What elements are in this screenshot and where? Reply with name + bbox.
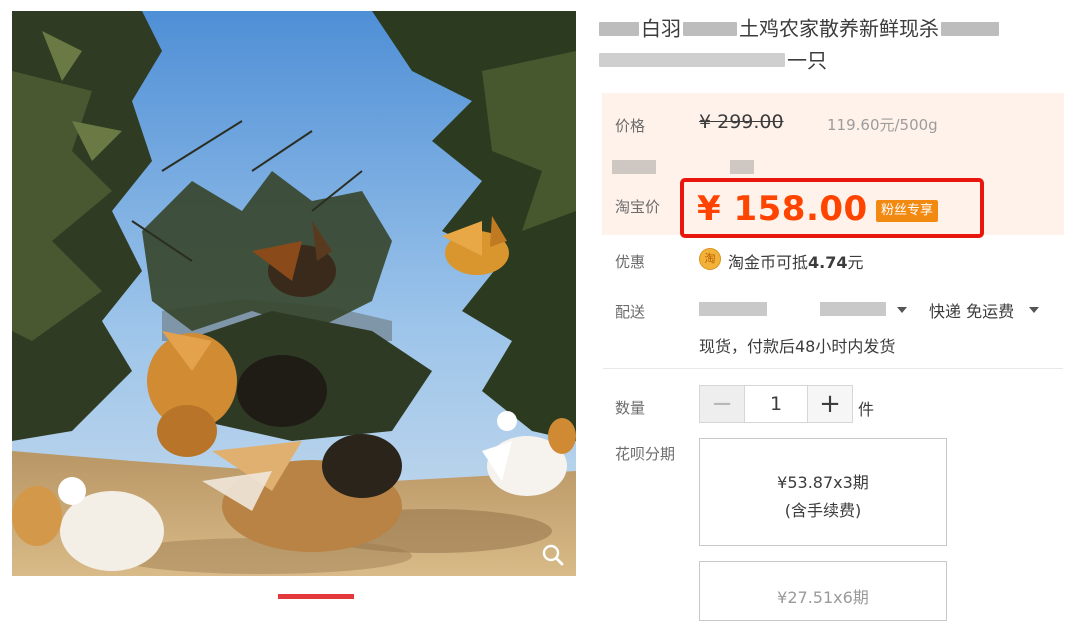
redacted-text: [599, 53, 785, 67]
fans-exclusive-badge: 粉丝专享: [876, 200, 939, 222]
quantity-unit: 件: [858, 400, 875, 419]
ship-to-redacted[interactable]: [820, 302, 886, 316]
coin-discount-text: 淘金币可抵4.74元: [728, 249, 864, 273]
installment-amount: ¥53.87x3期: [777, 473, 869, 492]
quantity-input[interactable]: 1: [745, 385, 807, 423]
coin-discount-suffix: 元: [847, 253, 864, 272]
original-price: ¥ 299.00: [699, 111, 784, 133]
installment-amount: ¥27.51x6期: [777, 588, 869, 607]
coin-discount-amount: 4.74: [808, 253, 848, 272]
installment-fee-note: (含手续费): [784, 501, 862, 520]
redacted-text: [612, 160, 656, 174]
active-thumbnail-indicator[interactable]: [278, 594, 354, 599]
chevron-down-icon[interactable]: [1029, 307, 1039, 313]
taobao-price-label: 淘宝价: [615, 198, 661, 216]
divider: [603, 368, 1063, 369]
product-image-gallery[interactable]: [12, 11, 576, 576]
installment-option-3[interactable]: ¥53.87x3期 (含手续费): [699, 438, 947, 546]
current-price: ¥ 158.00: [697, 189, 868, 229]
product-photo[interactable]: [12, 11, 576, 576]
redacted-text: [941, 21, 999, 36]
product-title: 白羽 土鸡农家散养新鲜现杀 一只: [597, 12, 1069, 75]
zoom-icon[interactable]: [542, 544, 564, 566]
ship-from-redacted[interactable]: [699, 302, 767, 316]
increase-button[interactable]: +: [807, 385, 853, 423]
delivery-label: 配送: [615, 303, 646, 321]
coin-discount-prefix: 淘金币可抵: [728, 253, 809, 272]
redacted-text: [730, 160, 754, 174]
price-label: 价格: [615, 117, 646, 135]
quantity-label: 数量: [615, 399, 646, 417]
shipping-method[interactable]: 快递 免运费: [929, 298, 1014, 322]
title-part-3: 一只: [787, 48, 827, 72]
installment-option-6[interactable]: ¥27.51x6期: [699, 561, 947, 621]
redacted-text: [599, 21, 639, 36]
redacted-text: [683, 21, 737, 36]
promotion-label: 优惠: [615, 253, 646, 271]
coin-icon: 淘: [699, 248, 721, 270]
shipping-note: 现货，付款后48小时内发货: [699, 337, 896, 356]
decrease-button[interactable]: −: [699, 385, 745, 423]
title-part-2: 土鸡农家散养新鲜现杀: [739, 16, 939, 41]
title-part-1: 白羽: [641, 16, 681, 41]
quantity-stepper[interactable]: − 1 +: [699, 385, 853, 423]
installment-label: 花呗分期: [615, 445, 676, 463]
unit-price: 119.60元/500g: [827, 116, 938, 134]
chevron-down-icon[interactable]: [897, 307, 907, 313]
